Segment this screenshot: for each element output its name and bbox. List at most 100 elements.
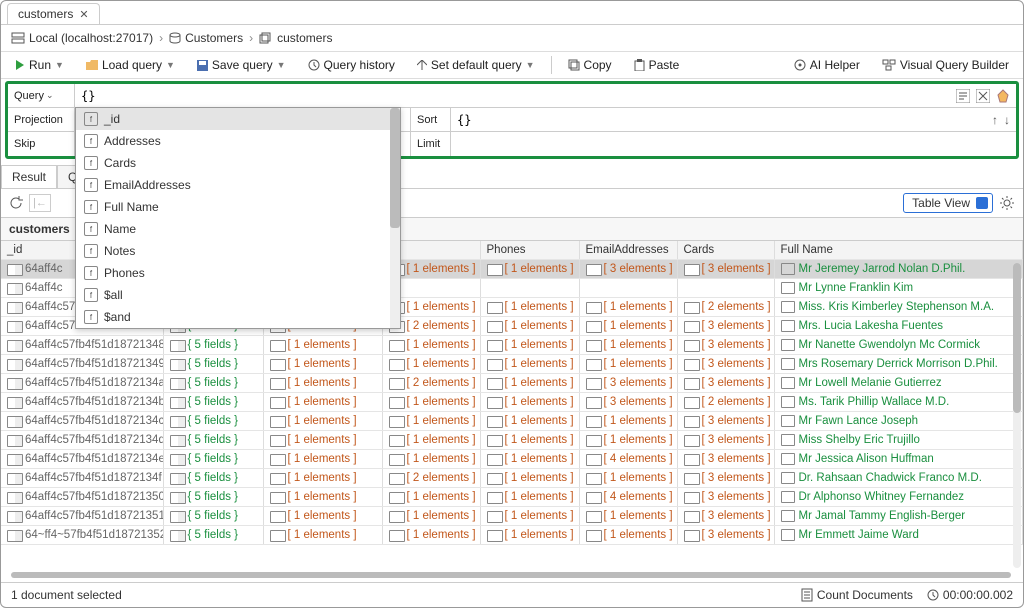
table-hscrollbar[interactable] — [11, 572, 1011, 578]
set-default-query-button[interactable]: Set default query▼ — [411, 56, 541, 74]
table-cell[interactable]: Mrs Rosemary Derrick Morrison D.Phil. — [774, 355, 1023, 374]
table-cell[interactable]: [ 3 elements ] — [677, 412, 774, 431]
table-cell[interactable]: { 5 fields } — [163, 469, 263, 488]
table-cell[interactable]: 64aff4c57fb4f51d18721349 — [1, 355, 163, 374]
table-cell[interactable]: Mr Lowell Melanie Gutierrez — [774, 374, 1023, 393]
table-cell[interactable]: Mr Jamal Tammy English-Berger — [774, 507, 1023, 526]
file-tab-customers[interactable]: customers ✕ — [7, 3, 100, 24]
load-query-button[interactable]: Load query▼ — [80, 56, 181, 74]
autocomplete-item[interactable]: f$all — [76, 284, 400, 306]
autocomplete-item[interactable]: f$and — [76, 306, 400, 328]
table-cell[interactable]: { 5 fields } — [163, 374, 263, 393]
table-cell[interactable]: [ 3 elements ] — [677, 355, 774, 374]
autocomplete-item[interactable]: fFull Name — [76, 196, 400, 218]
table-cell[interactable]: 64aff4c57fb4f51d1872134f — [1, 469, 163, 488]
table-cell[interactable]: [ 1 elements ] — [382, 507, 480, 526]
table-cell[interactable] — [480, 279, 579, 298]
table-cell[interactable]: [ 1 elements ] — [382, 488, 480, 507]
copy-button[interactable]: Copy — [562, 56, 618, 74]
visual-query-builder-button[interactable]: Visual Query Builder — [876, 56, 1015, 74]
column-header[interactable]: Cards — [677, 241, 774, 260]
table-cell[interactable]: [ 2 elements ] — [382, 374, 480, 393]
table-cell[interactable]: [ 1 elements ] — [263, 336, 382, 355]
table-cell[interactable]: [ 4 elements ] — [579, 488, 677, 507]
table-cell[interactable]: { 5 fields } — [163, 412, 263, 431]
table-row[interactable]: 64aff4c57fb4f51d1872134c{ 5 fields }[ 1 … — [1, 412, 1023, 431]
table-cell[interactable]: [ 3 elements ] — [677, 336, 774, 355]
table-cell[interactable]: { 5 fields } — [163, 393, 263, 412]
expand-query-icon[interactable] — [976, 89, 990, 103]
table-row[interactable]: 64aff4c57fb4f51d18721348{ 5 fields }[ 1 … — [1, 336, 1023, 355]
table-cell[interactable]: [ 3 elements ] — [677, 507, 774, 526]
table-cell[interactable]: [ 1 elements ] — [579, 469, 677, 488]
settings-icon[interactable] — [999, 195, 1015, 211]
query-history-button[interactable]: Query history — [302, 56, 401, 74]
table-cell[interactable]: [ 1 elements ] — [480, 260, 579, 279]
table-cell[interactable]: Mr Fawn Lance Joseph — [774, 412, 1023, 431]
query-label[interactable]: Query ⌄ — [8, 90, 74, 102]
table-row[interactable]: 64aff4c57fb4f51d18721350{ 5 fields } [ 1 … — [1, 488, 1023, 507]
table-cell[interactable]: Dr. Rahsaan Chadwick Franco M.D. — [774, 469, 1023, 488]
first-page-button[interactable]: |← — [29, 194, 51, 212]
table-cell[interactable]: Mr Nanette Gwendolyn Mc Cormick — [774, 336, 1023, 355]
table-row[interactable]: 64aff4c57fb4f51d1872134f{ 5 fields } [ 1 … — [1, 469, 1023, 488]
breadcrumb-connection[interactable]: Local (localhost:27017) — [11, 31, 153, 45]
table-cell[interactable]: { 5 fields } — [163, 488, 263, 507]
table-cell[interactable]: [ 1 elements ] — [382, 526, 480, 545]
table-cell[interactable]: { 5 fields } — [163, 431, 263, 450]
autocomplete-item[interactable]: fNotes — [76, 240, 400, 262]
sort-input[interactable] — [450, 108, 986, 131]
table-row[interactable]: 64aff4c57fb4f51d1872134a{ 5 fields }[ 1 … — [1, 374, 1023, 393]
table-cell[interactable] — [677, 279, 774, 298]
column-header[interactable]: Phones — [480, 241, 579, 260]
table-cell[interactable]: [ 2 elements ] — [677, 298, 774, 317]
table-cell[interactable]: [ 1 elements ] — [480, 507, 579, 526]
table-cell[interactable]: [ 1 elements ] — [480, 317, 579, 336]
autocomplete-item[interactable]: f_id — [76, 108, 400, 130]
table-cell[interactable]: 64aff4c57fb4f51d1872134d — [1, 431, 163, 450]
table-cell[interactable]: Mr Lynne Franklin Kim — [774, 279, 1023, 298]
clear-query-icon[interactable] — [996, 89, 1010, 103]
sort-desc-icon[interactable]: ↓ — [1004, 113, 1010, 127]
breadcrumb-collection[interactable]: customers — [259, 31, 332, 45]
table-cell[interactable]: 64aff4c57fb4f51d18721351 — [1, 507, 163, 526]
table-cell[interactable]: [ 2 elements ] — [382, 469, 480, 488]
table-cell[interactable]: Mr Jessica Alison Huffman — [774, 450, 1023, 469]
table-cell[interactable]: [ 1 elements ] — [480, 412, 579, 431]
table-cell[interactable]: [ 1 elements ] — [263, 355, 382, 374]
table-cell[interactable]: { 5 fields } — [163, 526, 263, 545]
table-cell[interactable]: { 5 fields } — [163, 336, 263, 355]
column-header[interactable]: EmailAddresses — [579, 241, 677, 260]
table-cell[interactable]: [ 1 elements ] — [480, 469, 579, 488]
limit-input[interactable] — [450, 132, 1016, 156]
table-cell[interactable]: [ 3 elements ] — [677, 488, 774, 507]
table-cell[interactable]: [ 1 elements ] — [382, 431, 480, 450]
table-cell[interactable]: [ 1 elements ] — [480, 431, 579, 450]
table-cell[interactable]: [ 1 elements ] — [579, 412, 677, 431]
table-cell[interactable]: [ 3 elements ] — [579, 374, 677, 393]
run-button[interactable]: Run▼ — [9, 56, 70, 74]
table-cell[interactable]: 64aff4c57fb4f51d18721348 — [1, 336, 163, 355]
table-cell[interactable]: 64aff4c57fb4f51d1872134b — [1, 393, 163, 412]
table-cell[interactable]: Miss Shelby Eric Trujillo — [774, 431, 1023, 450]
table-cell[interactable]: [ 1 elements ] — [263, 393, 382, 412]
table-row[interactable]: 64aff4c57fb4f51d18721351{ 5 fields }[ 1 … — [1, 507, 1023, 526]
autocomplete-scrollbar[interactable] — [390, 108, 400, 328]
table-row[interactable]: 64aff4c57fb4f51d1872134b{ 5 fields }[ 1 … — [1, 393, 1023, 412]
table-cell[interactable]: [ 2 elements ] — [677, 393, 774, 412]
table-cell[interactable]: Mrs. Lucia Lakesha Fuentes — [774, 317, 1023, 336]
table-cell[interactable]: [ 1 elements ] — [480, 374, 579, 393]
table-cell[interactable]: [ 1 elements ] — [579, 355, 677, 374]
table-cell[interactable]: [ 1 elements ] — [480, 298, 579, 317]
autocomplete-item[interactable]: fEmailAddresses — [76, 174, 400, 196]
table-cell[interactable]: Dr Alphonso Whitney Fernandez — [774, 488, 1023, 507]
table-cell[interactable] — [579, 279, 677, 298]
table-row[interactable]: 64aff4c57fb4f51d1872134e{ 5 fields }[ 1 … — [1, 450, 1023, 469]
table-cell[interactable]: [ 1 elements ] — [579, 298, 677, 317]
table-cell[interactable]: [ 1 elements ] — [480, 393, 579, 412]
table-cell[interactable]: 64aff4c57fb4f51d18721350 — [1, 488, 163, 507]
table-cell[interactable]: [ 3 elements ] — [677, 469, 774, 488]
table-cell[interactable]: [ 1 elements ] — [579, 431, 677, 450]
table-cell[interactable]: [ 1 elements ] — [480, 336, 579, 355]
autocomplete-item[interactable]: fName — [76, 218, 400, 240]
